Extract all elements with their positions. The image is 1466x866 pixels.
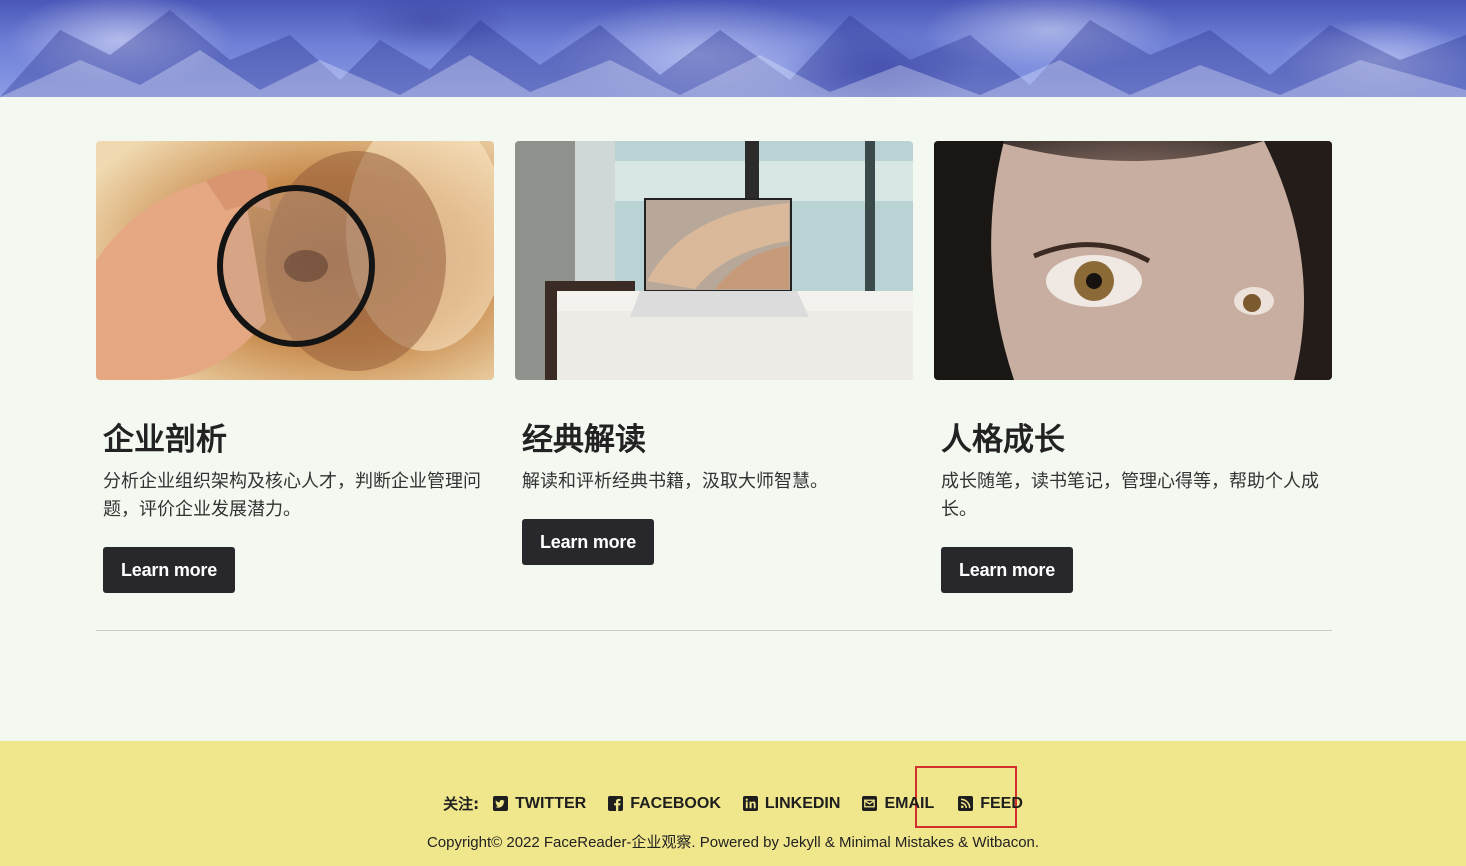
page-footer: 关注: TWITTER FACEBOOK LINKEDIN EMAIL FEED…	[0, 741, 1466, 866]
facebook-link[interactable]: FACEBOOK	[608, 795, 721, 813]
linkedin-label: LINKEDIN	[764, 794, 841, 812]
learn-more-button[interactable]: Learn more	[103, 547, 236, 593]
card-excerpt: 解读和评析经典书籍，汲取大师智慧。	[522, 471, 828, 492]
card-excerpt: 分析企业组织架构及核心人才，判断企业管理问题，评价企业发展潜力。	[103, 471, 481, 520]
twitter-label: TWITTER	[515, 794, 587, 812]
rss-icon	[958, 796, 974, 811]
email-label: EMAIL	[884, 794, 935, 812]
card-excerpt: 成长随笔，读书笔记，管理心得等，帮助个人成长。	[941, 471, 1319, 520]
learn-more-button[interactable]: Learn more	[522, 519, 655, 565]
linkedin-link[interactable]: LINKEDIN	[742, 794, 841, 813]
card-title: 企业剖析	[103, 422, 227, 458]
card-enterprise-analysis: 企业剖析 分析企业组织架构及核心人才，判断企业管理问题，评价企业发展潜力。 Le…	[96, 141, 494, 593]
email-link[interactable]: EMAIL	[862, 795, 934, 813]
copyright-text: Copyright© 2022 FaceReader-企业观察. Powered…	[426, 834, 1040, 851]
twitter-link[interactable]: TWITTER	[493, 795, 586, 813]
card-personal-growth: 人格成长 成长随笔，读书笔记，管理心得等，帮助个人成长。 Learn more	[934, 141, 1332, 593]
mountain-banner-image	[0, 10, 1466, 97]
email-icon	[862, 796, 878, 811]
magnifier-lens-image	[96, 141, 494, 380]
hero-banner	[0, 0, 1466, 97]
social-links: 关注: TWITTER FACEBOOK LINKEDIN EMAIL FEED	[0, 793, 1466, 814]
facebook-icon	[608, 796, 624, 811]
facebook-label: FACEBOOK	[630, 794, 721, 812]
learn-more-button[interactable]: Learn more	[941, 547, 1074, 593]
laptop-image	[515, 141, 913, 380]
card-classic-reading: 经典解读 解读和评析经典书籍，汲取大师智慧。 Learn more	[515, 141, 913, 565]
twitter-icon	[493, 796, 509, 811]
card-title: 人格成长	[941, 422, 1065, 458]
feed-link[interactable]: FEED	[958, 795, 1023, 813]
card-title: 经典解读	[522, 422, 646, 458]
eye-portrait-image	[934, 141, 1332, 380]
linkedin-icon	[742, 796, 758, 811]
feed-label: FEED	[980, 794, 1023, 812]
follow-label: 关注:	[443, 795, 480, 813]
section-divider	[96, 630, 1332, 631]
